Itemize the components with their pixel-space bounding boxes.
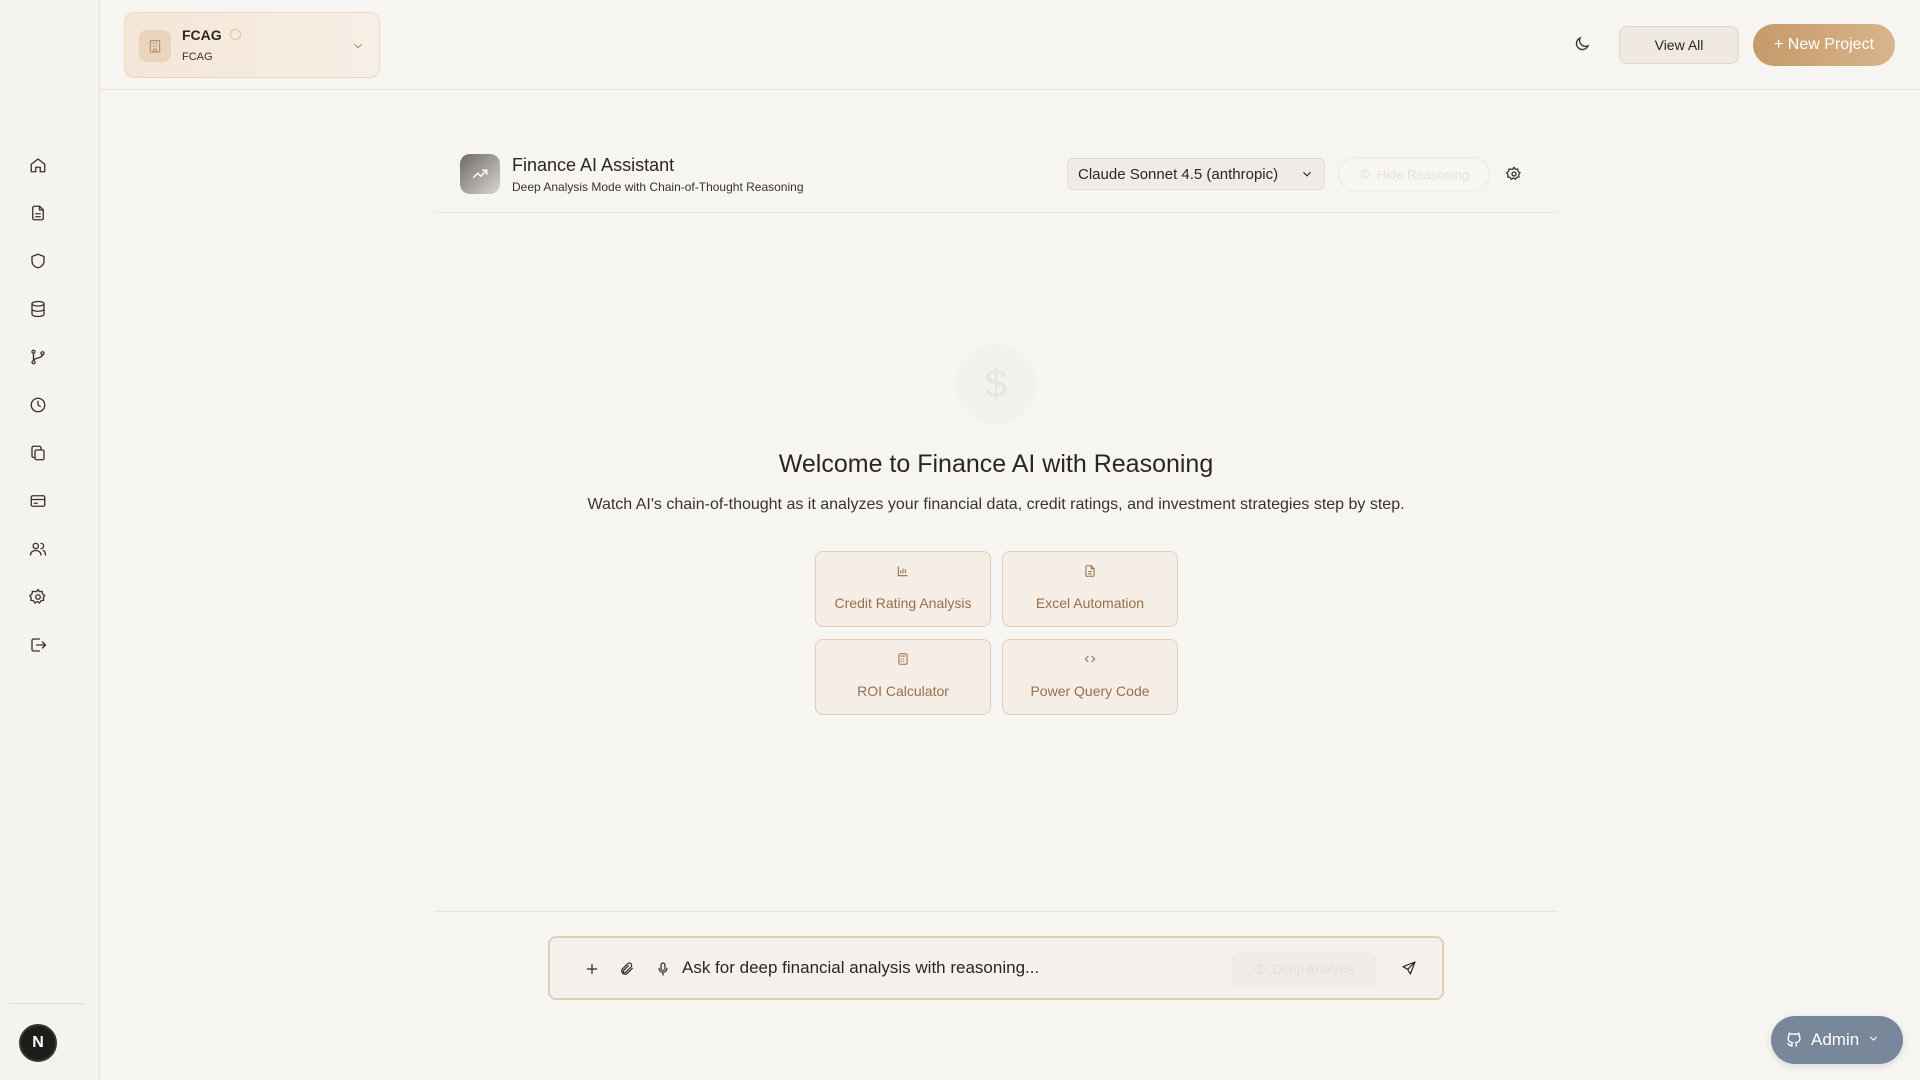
hide-reasoning-button[interactable]: Hide Reasoning [1338,157,1490,191]
welcome-title: Welcome to Finance AI with Reasoning [778,450,1214,478]
hide-reasoning-label: Hide Reasoning [1376,166,1470,182]
suggestion-label: Credit Rating Analysis [834,595,972,611]
brain-icon [1254,963,1265,975]
sidebar: N [0,0,100,1080]
bar-chart-icon [816,564,990,582]
chat-input[interactable] [682,954,1222,982]
home-icon[interactable] [26,153,50,177]
suggestion-power-query-code[interactable]: Power Query Code [1002,639,1178,715]
suggestion-excel-automation[interactable]: Excel Automation [1002,551,1178,627]
suggestion-credit-rating-analysis[interactable]: Credit Rating Analysis [815,551,991,627]
chevron-down-icon [1300,167,1314,181]
code-icon [1003,652,1177,670]
clock-icon[interactable] [26,393,50,417]
assistant-subtitle: Deep Analysis Mode with Chain-of-Thought… [512,180,804,194]
suggestion-label: Excel Automation [1035,595,1145,611]
microphone-icon[interactable] [654,960,672,978]
view-all-button[interactable]: View All [1619,26,1739,64]
settings-icon[interactable] [26,585,50,609]
new-project-button[interactable]: + New Project [1753,24,1895,66]
suggestion-label: ROI Calculator [857,683,949,699]
assistant-title: Finance AI Assistant [512,155,675,175]
database-icon[interactable] [26,297,50,321]
brain-icon [1360,169,1370,179]
calculator-icon [816,652,990,670]
file-text-icon [1003,564,1177,582]
copy-icon[interactable] [26,441,50,465]
chevron-down-icon [1867,1030,1880,1050]
avatar[interactable]: N [19,1024,57,1062]
credit-card-icon[interactable] [26,489,50,513]
send-icon[interactable] [1400,959,1418,977]
trending-up-icon [460,154,500,194]
model-select[interactable]: Claude Sonnet 4.5 (anthropic) [1067,158,1325,190]
dollar-icon: $ [956,344,1036,424]
logout-icon[interactable] [26,633,50,657]
chevron-down-icon [351,39,365,53]
building-icon [139,30,171,62]
suggestion-label: Power Query Code [1030,683,1150,699]
plus-icon[interactable] [583,960,601,978]
welcome-subtitle: Watch AI's chain-of-thought as it analyz… [587,496,1405,513]
deep-analysis-button[interactable]: Deep Analysis [1231,952,1377,986]
paperclip-icon[interactable] [618,960,636,978]
gear-icon[interactable] [1504,164,1524,184]
project-subtitle: FCAG [182,51,213,63]
git-branch-icon[interactable] [26,345,50,369]
composer: Deep Analysis [548,936,1444,1000]
model-select-value: Claude Sonnet 4.5 (anthropic) [1078,165,1279,183]
suggestion-roi-calculator[interactable]: ROI Calculator [815,639,991,715]
admin-menu-button[interactable]: Admin [1771,1016,1903,1064]
sidebar-divider [10,1003,85,1004]
chat-header: Finance AI Assistant Deep Analysis Mode … [435,148,1557,213]
project-selector[interactable]: FCAG FCAG [124,12,380,78]
document-icon[interactable] [26,201,50,225]
shield-icon[interactable] [26,249,50,273]
github-icon [1786,1032,1801,1047]
moon-icon[interactable] [1570,32,1594,56]
project-name: FCAG [182,27,222,43]
users-icon[interactable] [26,537,50,561]
deep-analysis-label: Deep Analysis [1272,961,1356,977]
composer-divider [435,911,1557,912]
top-bar: FCAG FCAG View All + New Project [100,0,1920,90]
project-status-indicator [230,29,241,40]
admin-label: Admin [1811,1030,1860,1049]
